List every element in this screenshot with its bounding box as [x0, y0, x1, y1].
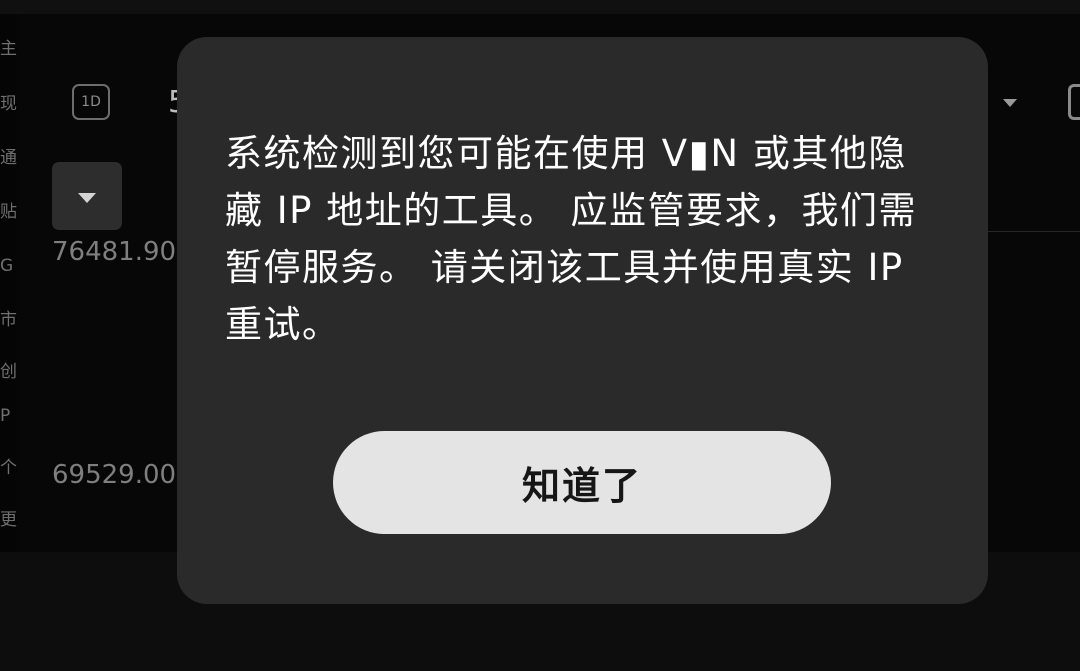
side-menu-item[interactable]: 市: [0, 310, 18, 330]
timeframe-1d-button[interactable]: 1D: [72, 84, 110, 120]
price-value: 69529.00: [52, 460, 177, 490]
side-menu-item[interactable]: P: [0, 406, 18, 426]
top-strip: [0, 0, 1080, 14]
side-menu-item[interactable]: 贴: [0, 202, 18, 222]
dialog-message: 系统检测到您可能在使用 V▮N 或其他隐藏 IP 地址的工具。 应监管要求，我们…: [225, 132, 918, 346]
toolbar-edge-icon[interactable]: [1068, 84, 1080, 120]
dropdown-button[interactable]: [52, 162, 122, 230]
side-menu-item[interactable]: 个: [0, 458, 18, 478]
price-value: 76481.900: [52, 237, 193, 267]
divider: [988, 231, 1080, 232]
app-screen: 主 现 通 贴 G 市 创 P 个 更 1D 5 76481.900 69529…: [0, 0, 1080, 671]
acknowledge-button[interactable]: 知道了: [333, 431, 831, 534]
side-menu-item[interactable]: 创: [0, 362, 18, 382]
side-menu-item[interactable]: 更: [0, 510, 18, 530]
side-menu-item[interactable]: G: [0, 256, 18, 276]
left-side-menu: 主 现 通 贴 G 市 创 P 个 更: [0, 14, 18, 552]
vpn-warning-dialog: 系统检测到您可能在使用 V▮N 或其他隐藏 IP 地址的工具。 应监管要求，我们…: [177, 37, 988, 604]
caret-down-icon: [78, 193, 96, 203]
caret-down-icon[interactable]: [1003, 99, 1017, 107]
side-menu-item[interactable]: 主: [0, 39, 18, 59]
side-menu-item[interactable]: 通: [0, 148, 18, 168]
side-menu-item[interactable]: 现: [0, 94, 18, 114]
